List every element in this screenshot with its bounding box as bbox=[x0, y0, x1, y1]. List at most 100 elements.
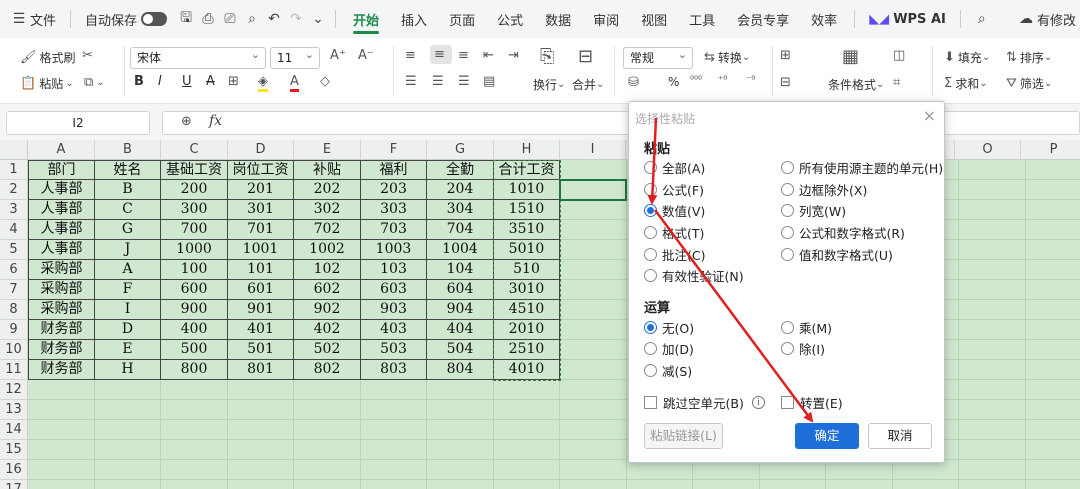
empty-cell[interactable] bbox=[1025, 320, 1080, 340]
font-shrink-button[interactable]: A⁻ bbox=[358, 48, 377, 63]
empty-cell[interactable] bbox=[1025, 460, 1080, 480]
tab-view[interactable]: 视图 bbox=[630, 0, 678, 38]
fill-button[interactable]: ⬇ 填充 ⌄ bbox=[944, 49, 993, 66]
empty-cell[interactable] bbox=[94, 380, 161, 400]
row-header[interactable]: 17 bbox=[0, 480, 28, 489]
table-cell[interactable]: 800 bbox=[161, 360, 228, 380]
empty-cell[interactable] bbox=[560, 320, 627, 340]
empty-cell[interactable] bbox=[427, 400, 494, 420]
empty-cell[interactable] bbox=[560, 460, 627, 480]
clear-format-button[interactable]: ◇ bbox=[320, 74, 333, 89]
row-header[interactable]: 5 bbox=[0, 240, 28, 260]
percent-button[interactable]: % bbox=[668, 75, 679, 89]
table-cell[interactable]: 304 bbox=[427, 200, 494, 220]
radio[interactable] bbox=[781, 248, 794, 261]
radio-selected[interactable] bbox=[644, 204, 657, 217]
empty-cell[interactable] bbox=[427, 460, 494, 480]
table-cell[interactable]: 500 bbox=[161, 340, 228, 360]
table-cell[interactable]: 101 bbox=[228, 260, 294, 280]
decimal-increase-button[interactable]: ⁺⁰ bbox=[718, 75, 730, 86]
bold-button[interactable]: B bbox=[134, 74, 144, 89]
font-color-button[interactable]: A bbox=[290, 74, 302, 92]
paste-option-column-widths[interactable]: 列宽(W) bbox=[781, 201, 846, 220]
table-cell[interactable]: 2510 bbox=[494, 340, 560, 360]
table-cell[interactable]: 600 bbox=[161, 280, 228, 300]
table-header-cell[interactable]: 补贴 bbox=[294, 160, 361, 180]
align-right-button[interactable]: ☰ bbox=[458, 74, 473, 89]
paste-option-formulas-numbers[interactable]: 公式和数字格式(R) bbox=[781, 223, 905, 242]
wrap-text-icon-button[interactable]: ⎘ bbox=[540, 46, 557, 67]
row-header[interactable]: 9 bbox=[0, 320, 28, 340]
table-cell[interactable]: 203 bbox=[361, 180, 427, 200]
radio[interactable] bbox=[781, 226, 794, 239]
table-cell[interactable]: 603 bbox=[361, 280, 427, 300]
row-header[interactable]: 3 bbox=[0, 200, 28, 220]
column-header[interactable]: D bbox=[228, 140, 294, 160]
convert-button[interactable]: ⇆ 转换 ⌄ bbox=[704, 49, 753, 66]
row-header[interactable]: 4 bbox=[0, 220, 28, 240]
paste-option-no-borders[interactable]: 边框除外(X) bbox=[781, 180, 867, 199]
empty-cell[interactable] bbox=[892, 460, 959, 480]
empty-cell[interactable] bbox=[1025, 380, 1080, 400]
strikethrough-button[interactable]: A bbox=[206, 74, 215, 89]
table-cell[interactable]: 704 bbox=[427, 220, 494, 240]
paste-option-all[interactable]: 全部(A) bbox=[644, 158, 705, 177]
align-top-button[interactable]: ≡ bbox=[405, 48, 419, 63]
print-icon[interactable]: ⎚ bbox=[219, 8, 241, 30]
toggle-switch[interactable] bbox=[141, 12, 168, 26]
cut-button[interactable]: ✂ bbox=[82, 48, 96, 63]
edit-status[interactable]: ☁ 有修改 bbox=[1007, 0, 1080, 38]
empty-cell[interactable] bbox=[1025, 360, 1080, 380]
empty-cell[interactable] bbox=[161, 480, 228, 489]
empty-cell[interactable] bbox=[959, 220, 1026, 240]
radio[interactable] bbox=[644, 342, 657, 355]
table-header-cell[interactable]: 姓名 bbox=[95, 160, 161, 180]
empty-cell[interactable] bbox=[1025, 260, 1080, 280]
distribute-button[interactable]: ▤ bbox=[483, 74, 498, 89]
table-cell[interactable]: 401 bbox=[228, 320, 294, 340]
table-cell[interactable]: 501 bbox=[228, 340, 294, 360]
table-cell[interactable]: 701 bbox=[228, 220, 294, 240]
column-header[interactable]: H bbox=[494, 140, 560, 160]
table-cell[interactable]: A bbox=[95, 260, 161, 280]
empty-cell[interactable] bbox=[560, 160, 627, 180]
checkbox[interactable] bbox=[781, 396, 794, 409]
radio[interactable] bbox=[781, 204, 794, 217]
empty-cell[interactable] bbox=[1025, 400, 1080, 420]
format-painter-button[interactable]: 🖌 格式刷 bbox=[20, 49, 76, 66]
table-cell[interactable]: 504 bbox=[427, 340, 494, 360]
radio[interactable] bbox=[781, 183, 794, 196]
empty-cell[interactable] bbox=[959, 180, 1026, 200]
empty-cell[interactable] bbox=[959, 240, 1026, 260]
column-header[interactable]: O bbox=[955, 140, 1021, 160]
table-header-cell[interactable]: 基础工资 bbox=[161, 160, 228, 180]
table-cell[interactable]: 601 bbox=[228, 280, 294, 300]
empty-cell[interactable] bbox=[360, 400, 427, 420]
ok-button[interactable]: 确定 bbox=[795, 423, 859, 449]
table-cell[interactable]: C bbox=[95, 200, 161, 220]
table-cell[interactable]: 财务部 bbox=[28, 320, 95, 340]
empty-cell[interactable] bbox=[161, 440, 228, 460]
column-header[interactable]: F bbox=[361, 140, 427, 160]
empty-cell[interactable] bbox=[893, 480, 959, 489]
table-cell[interactable]: 901 bbox=[228, 300, 294, 320]
copy-button[interactable]: ⧉ ⌄ bbox=[84, 75, 108, 90]
empty-cell[interactable] bbox=[627, 480, 693, 489]
empty-cell[interactable] bbox=[959, 380, 1026, 400]
save-icon[interactable]: 🖫 bbox=[175, 8, 197, 30]
row-header[interactable]: 1 bbox=[0, 160, 28, 180]
align-left-button[interactable]: ☰ bbox=[405, 74, 420, 89]
table-header-cell[interactable]: 福利 bbox=[361, 160, 427, 180]
empty-cell[interactable] bbox=[1025, 420, 1080, 440]
empty-cell[interactable] bbox=[1025, 300, 1080, 320]
empty-cell[interactable] bbox=[1025, 160, 1080, 180]
table-cell[interactable]: 人事部 bbox=[28, 220, 95, 240]
table-cell[interactable]: 403 bbox=[361, 320, 427, 340]
row-header[interactable]: 12 bbox=[0, 380, 28, 400]
row-header[interactable]: 16 bbox=[0, 460, 28, 480]
wps-ai-button[interactable]: ◣◢ WPS AI bbox=[861, 0, 954, 38]
table-cell[interactable]: 人事部 bbox=[28, 180, 95, 200]
table-cell[interactable]: B bbox=[95, 180, 161, 200]
table-cell[interactable]: 5010 bbox=[494, 240, 560, 260]
table-cell[interactable]: H bbox=[95, 360, 161, 380]
